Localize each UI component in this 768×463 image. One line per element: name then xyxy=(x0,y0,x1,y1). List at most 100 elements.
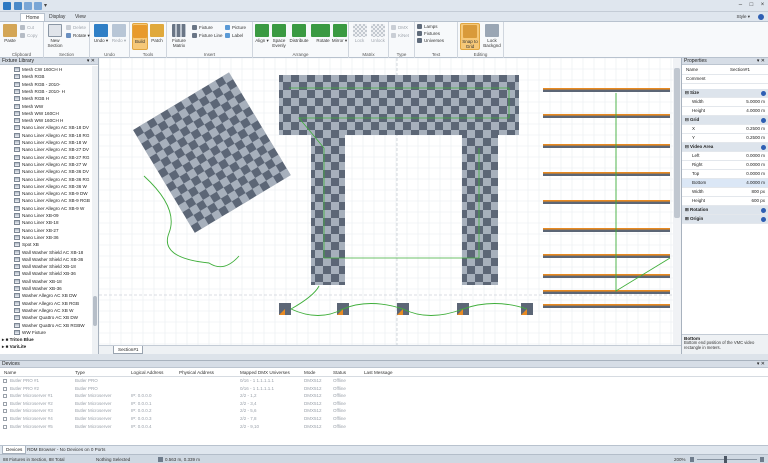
prop-height-value[interactable]: 4.0000 m xyxy=(746,107,765,116)
prop-bottom-value[interactable]: 4.0000 m xyxy=(746,179,765,188)
library-item[interactable]: Mesh RGB - 2010- xyxy=(0,81,60,88)
distribute-button[interactable]: Distribute xyxy=(289,24,309,43)
tab-home[interactable]: Home xyxy=(20,13,46,21)
prop-right-row[interactable]: Right 0.0000 m xyxy=(682,161,768,170)
label-button[interactable]: Label xyxy=(225,33,243,39)
fixture-matrix-button[interactable]: Fixture Matrix xyxy=(169,24,189,48)
library-item[interactable]: Nano Liner Allegro AC XB-9 W xyxy=(0,205,84,212)
prop-name-row[interactable]: Name Section#1 xyxy=(682,66,768,75)
app-logo-icon[interactable] xyxy=(3,2,11,10)
prop-size-category[interactable]: ⊟ Size xyxy=(682,89,768,98)
prop-rotation-category[interactable]: ⊞ Rotation xyxy=(682,206,768,215)
library-item[interactable]: Washer Allegro AC XB W xyxy=(0,307,73,314)
library-item[interactable]: Nano Liner XB-09 xyxy=(0,212,59,219)
copy-button[interactable]: Copy xyxy=(20,33,38,39)
mirror-button[interactable]: Mirror ▾ xyxy=(331,24,348,43)
prop-video-width-row[interactable]: Width 800 px xyxy=(682,188,768,197)
column-header[interactable]: Mode xyxy=(304,369,316,376)
library-item[interactable]: Mesh WW xyxy=(0,103,43,110)
library-scrollbar-thumb[interactable] xyxy=(93,296,97,326)
prop-width-value[interactable]: 5.0000 m xyxy=(746,98,765,107)
library-item[interactable]: Nano Liner Allegro AC XB-27 RG xyxy=(0,154,89,161)
video-info-icon[interactable] xyxy=(761,145,766,150)
prop-grid-category[interactable]: ⊟ Grid xyxy=(682,116,768,125)
section-tab[interactable]: Section#1 xyxy=(113,346,144,354)
library-item[interactable]: Washer Allegro AC XB RGB xyxy=(0,300,79,307)
tab-rdm-browser[interactable]: RDM Browser - No Devices on 0 Ports xyxy=(24,446,108,454)
library-group[interactable]: ▸ ■ Triton Blue xyxy=(0,336,34,343)
column-header[interactable]: Status xyxy=(333,369,346,376)
column-header[interactable]: Type xyxy=(75,369,85,376)
section-canvas[interactable]: Section#1 xyxy=(99,58,681,354)
prop-bottom-row[interactable]: Bottom 4.0000 m xyxy=(682,179,768,188)
minimize-icon[interactable]: – xyxy=(739,0,742,11)
prop-video-category[interactable]: ⊟ Video Area xyxy=(682,143,768,152)
snap-to-grid-button[interactable]: Snap to Grid xyxy=(460,23,480,50)
library-item[interactable]: Mesh RGB xyxy=(0,73,44,80)
redo-button[interactable]: Redo ▾ xyxy=(111,24,127,43)
delete-button[interactable]: Delete xyxy=(66,25,86,31)
undo-quick-icon[interactable] xyxy=(24,2,32,10)
prop-left-value[interactable]: 0.0000 m xyxy=(746,152,765,161)
rotate-section-button[interactable]: Rotate ▾ xyxy=(66,33,90,39)
library-group[interactable]: ▸ ■ VariLite xyxy=(0,343,26,350)
kinet-type-button[interactable]: KiNet xyxy=(391,33,409,39)
expand-arrow-icon[interactable]: ▸ ■ xyxy=(2,344,10,349)
prop-video-height-value[interactable]: 600 px xyxy=(751,197,765,206)
prop-left-row[interactable]: Left 0.0000 m xyxy=(682,152,768,161)
library-item[interactable]: Nano Liner XB-36 xyxy=(0,234,59,241)
table-row[interactable]: Butler Microserver #1 Butler Microserver I… xyxy=(0,392,768,400)
library-item[interactable]: Wall Washer XB-36 xyxy=(0,285,62,292)
paste-button[interactable]: Paste xyxy=(2,24,18,43)
zoom-slider-thumb[interactable] xyxy=(724,456,727,463)
table-row[interactable]: Butler PRO #1 Butler PRO 0/16 - 1 1.1.1.1.… xyxy=(0,377,768,385)
tab-display[interactable]: Display xyxy=(44,13,70,21)
undo-button[interactable]: Undo ▾ xyxy=(93,24,109,43)
tab-devices[interactable]: Devices xyxy=(2,446,27,454)
grid-info-icon[interactable] xyxy=(761,118,766,123)
library-item[interactable]: Wall Washer XB-18 xyxy=(0,278,62,285)
panel-pin-icon[interactable]: ▾ ✕ xyxy=(87,58,95,65)
prop-origin-category[interactable]: ⊞ Origin xyxy=(682,215,768,224)
quick-access-dropdown-icon[interactable]: ▾ xyxy=(44,2,49,10)
space-evenly-button[interactable]: Space Evenly xyxy=(270,24,288,48)
prop-top-row[interactable]: Top 0.0000 m xyxy=(682,170,768,179)
lock-background-button[interactable]: Lock Backgnd xyxy=(482,24,502,48)
library-item[interactable]: Nano Liner Allegro AC XB-9 RGB xyxy=(0,197,90,204)
table-row[interactable]: Butler Microserver #5 Butler Microserver I… xyxy=(0,423,768,431)
library-item[interactable]: Washer Quattro AC XB RGBW xyxy=(0,322,85,329)
library-item[interactable]: WW Fixture xyxy=(0,329,46,336)
canvas-svg[interactable] xyxy=(99,58,681,354)
size-info-icon[interactable] xyxy=(761,91,766,96)
library-item[interactable]: Spot XB xyxy=(0,241,39,248)
library-scrollbar[interactable] xyxy=(92,66,98,354)
expand-arrow-icon[interactable]: ▸ ■ xyxy=(2,337,10,342)
picture-button[interactable]: Picture xyxy=(225,25,246,31)
dmx-type-button[interactable]: DMX xyxy=(391,25,408,31)
library-item[interactable]: Nano Liner Allegro AC XB-18 DV xyxy=(0,124,89,131)
fixture-line-button[interactable]: Fixture Line xyxy=(192,33,223,39)
universes-text-button[interactable]: Universes xyxy=(417,38,444,44)
library-item[interactable]: Wall Washer Shield XB-18 xyxy=(0,263,76,270)
library-item[interactable]: Mesh RGB H xyxy=(0,95,49,102)
column-header[interactable]: Name xyxy=(4,369,16,376)
prop-height-row[interactable]: Height 4.0000 m xyxy=(682,107,768,116)
library-item[interactable]: Wall Washer Shield AC XB-36 xyxy=(0,256,83,263)
library-item[interactable]: Nano Liner Allegro AC XB-18 RG xyxy=(0,132,89,139)
column-header[interactable]: Logical Address xyxy=(131,369,163,376)
prop-width-row[interactable]: Width 5.0000 m xyxy=(682,98,768,107)
maximize-icon[interactable]: □ xyxy=(750,0,754,11)
align-button[interactable]: Align ▾ xyxy=(254,24,270,43)
zoom-in-icon[interactable] xyxy=(760,457,764,462)
library-item[interactable]: Nano Liner XB-18 xyxy=(0,219,59,226)
prop-comment-row[interactable]: Comment xyxy=(682,75,768,84)
origin-info-icon[interactable] xyxy=(761,217,766,222)
rotate-button[interactable]: Rotate xyxy=(315,24,331,43)
prop-video-width-value[interactable]: 800 px xyxy=(751,188,765,197)
rotation-info-icon[interactable] xyxy=(761,208,766,213)
prop-grid-y-row[interactable]: Y 0.2500 m xyxy=(682,134,768,143)
column-header[interactable]: Last Message xyxy=(364,369,393,376)
library-item[interactable]: Nano Liner Allegro AC XB-36 DV xyxy=(0,168,89,175)
library-item[interactable]: Nano Liner Allegro AC XB-27 DV xyxy=(0,146,89,153)
table-row[interactable]: Butler Microserver #4 Butler Microserver I… xyxy=(0,415,768,423)
